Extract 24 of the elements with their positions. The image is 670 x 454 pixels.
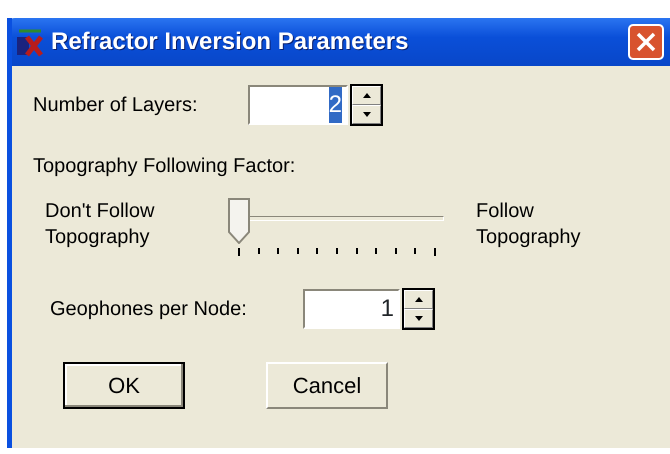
number-field[interactable]: 1 — [303, 289, 400, 329]
app-icon — [15, 27, 45, 57]
up-arrow-icon — [362, 93, 370, 98]
down-arrow-icon — [362, 112, 370, 117]
spin-down-button[interactable] — [352, 105, 381, 124]
field-label: Number of Layers: — [33, 93, 199, 117]
spin-down-button[interactable] — [404, 309, 433, 328]
max-label: Follow Topography — [476, 199, 582, 250]
spin-up-button[interactable] — [352, 86, 381, 105]
spin-up-button[interactable] — [404, 290, 433, 309]
field-label: Geophones per Node: — [50, 297, 248, 321]
window-title: Refractor Inversion Parameters — [51, 27, 408, 57]
down-arrow-icon — [414, 316, 422, 321]
slider[interactable] — [228, 198, 444, 258]
selected-text: 2 — [328, 87, 342, 123]
number-field[interactable]: 2 — [248, 85, 348, 125]
min-label: Don't Follow Topography — [45, 199, 156, 250]
dialog-button[interactable]: Cancel — [266, 362, 388, 409]
close-icon — [635, 31, 657, 53]
dialog-button[interactable]: OK — [63, 362, 185, 409]
slider-label: Topography Following Factor: — [33, 155, 296, 177]
up-arrow-icon — [414, 297, 422, 302]
slider-thumb[interactable] — [228, 198, 250, 244]
close-button[interactable] — [628, 24, 664, 60]
